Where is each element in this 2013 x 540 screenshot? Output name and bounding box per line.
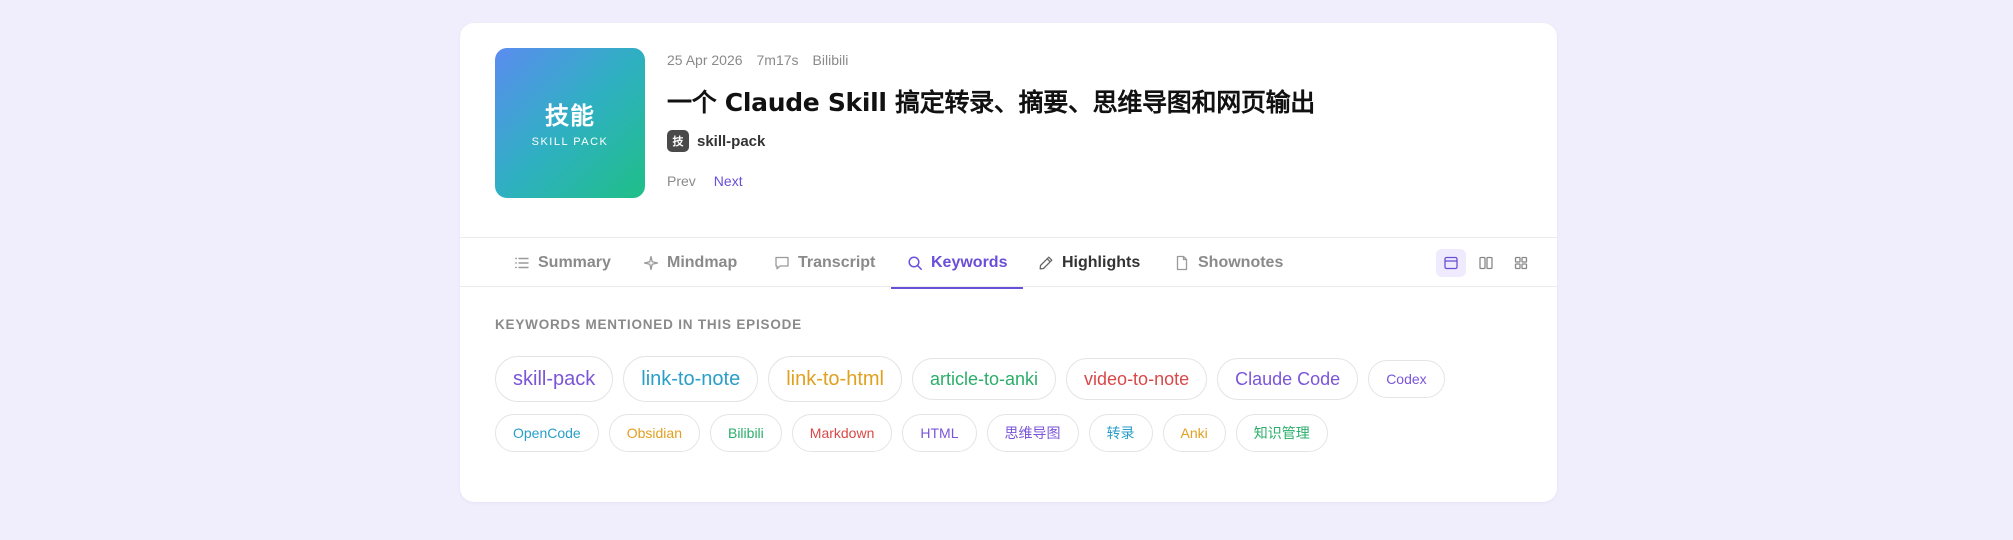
view-grid[interactable]: [1506, 249, 1536, 277]
keyword-chip[interactable]: article-to-anki: [911, 358, 1057, 400]
keyword-chip[interactable]: skill-pack: [495, 356, 614, 402]
tab-summary[interactable]: Summary: [514, 238, 611, 288]
speech-bubble-icon: [775, 256, 789, 270]
keyword-chip[interactable]: Claude Code: [1217, 358, 1359, 400]
episode-duration: 7m17s: [756, 52, 799, 68]
two-column-view-icon: [1479, 256, 1493, 270]
keyword-chip[interactable]: 思维导图: [986, 414, 1079, 452]
cover-title: 技能: [545, 102, 595, 130]
episode-header: 技能 SKILL PACK 25 Apr 2026 7m17s Bilibili…: [460, 23, 1557, 237]
episode-date: 25 Apr 2026: [667, 52, 743, 68]
tab-transcript[interactable]: Transcript: [774, 238, 875, 288]
keyword-chip[interactable]: Anki: [1162, 414, 1226, 452]
pencil-icon: [1039, 256, 1053, 270]
tab-label: Summary: [538, 254, 611, 271]
author-avatar: 技: [667, 130, 689, 152]
keyword-chip[interactable]: 知识管理: [1235, 414, 1328, 452]
view-two-column[interactable]: [1471, 249, 1501, 277]
tab-shownotes[interactable]: Shownotes: [1174, 238, 1283, 288]
tab-bar: Summary Mindmap Transcript Keywords High: [460, 237, 1557, 289]
keyword-chip[interactable]: Bilibili: [709, 414, 782, 452]
keyword-chip[interactable]: OpenCode: [495, 414, 599, 452]
keyword-list: skill-pack link-to-note link-to-html art…: [495, 356, 1535, 464]
single-column-view-icon: [1444, 256, 1458, 270]
search-icon: [908, 256, 922, 270]
keyword-chip[interactable]: video-to-note: [1066, 358, 1208, 400]
grid-view-icon: [1514, 256, 1528, 270]
tab-label: Shownotes: [1198, 254, 1284, 271]
keywords-heading: KEYWORDS MENTIONED IN THIS EPISODE: [495, 317, 802, 332]
episode-card: 技能 SKILL PACK 25 Apr 2026 7m17s Bilibili…: [460, 23, 1557, 502]
document-icon: [1176, 255, 1188, 271]
episode-title: 一个 Claude Skill 搞定转录、摘要、思维导图和网页输出: [667, 88, 1315, 117]
episode-pager: Prev Next: [667, 173, 743, 189]
keyword-chip[interactable]: HTML: [902, 414, 977, 452]
episode-source: Bilibili: [812, 52, 849, 68]
tab-label: Keywords: [931, 254, 1008, 271]
list-icon: [515, 257, 529, 269]
tab-mindmap[interactable]: Mindmap: [643, 238, 737, 288]
cover-subtitle: SKILL PACK: [531, 136, 609, 148]
tab-label: Highlights: [1062, 254, 1141, 271]
episode-cover: 技能 SKILL PACK: [495, 48, 645, 198]
tab-label: Mindmap: [667, 254, 738, 271]
episode-meta: 25 Apr 2026 7m17s Bilibili: [667, 52, 848, 68]
prev-link[interactable]: Prev: [667, 173, 696, 189]
keyword-chip[interactable]: Obsidian: [608, 414, 700, 452]
keyword-row: OpenCode Obsidian Bilibili Markdown HTML…: [495, 414, 1535, 452]
next-link[interactable]: Next: [714, 173, 743, 189]
author-name[interactable]: skill-pack: [697, 133, 765, 150]
tab-highlights[interactable]: Highlights: [1038, 238, 1140, 288]
keyword-row: skill-pack link-to-note link-to-html art…: [495, 356, 1535, 402]
keyword-chip[interactable]: link-to-html: [768, 356, 902, 402]
tab-keywords[interactable]: Keywords: [890, 238, 1025, 289]
keyword-chip[interactable]: link-to-note: [623, 356, 759, 402]
keyword-chip[interactable]: 转录: [1088, 414, 1153, 452]
tab-label: Transcript: [798, 254, 876, 271]
keyword-chip[interactable]: Codex: [1368, 360, 1445, 398]
view-single-column[interactable]: [1436, 249, 1466, 277]
sparkle-icon: [643, 255, 659, 271]
keyword-chip[interactable]: Markdown: [791, 414, 893, 452]
episode-author[interactable]: 技 skill-pack: [667, 130, 765, 152]
